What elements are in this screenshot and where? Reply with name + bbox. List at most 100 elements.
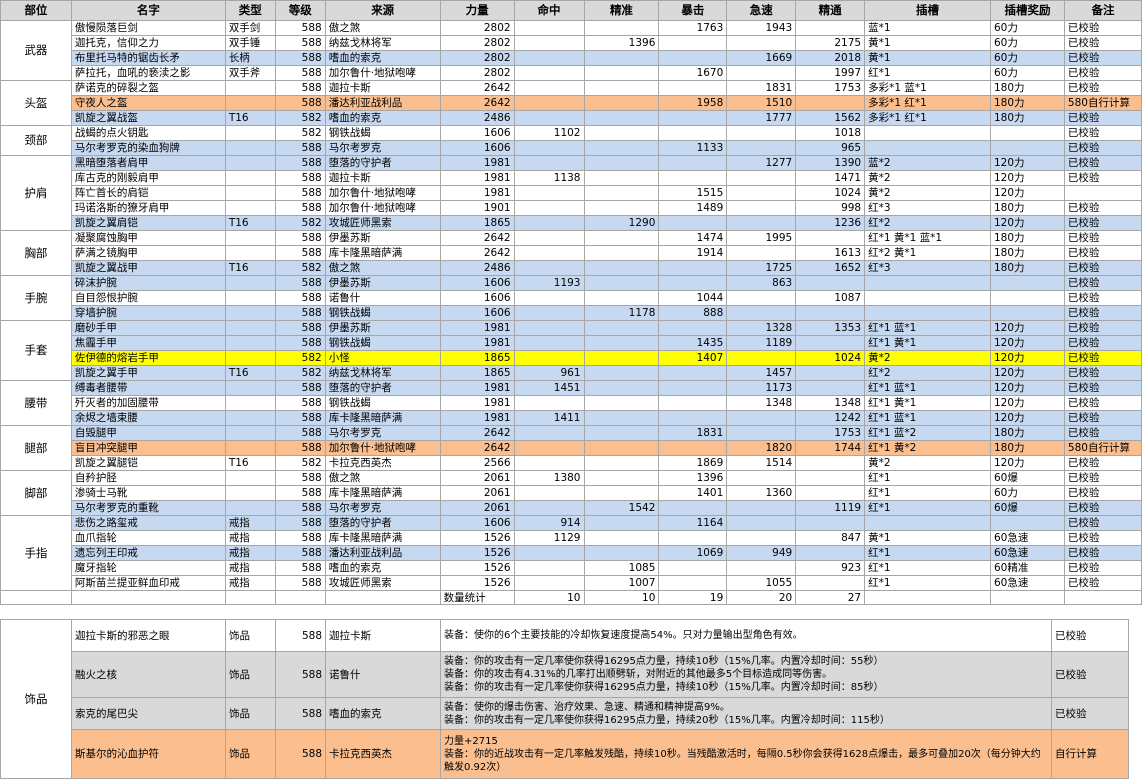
cell-socket-bonus: 180力	[989, 230, 1065, 246]
cell-source: 堕落的守护者	[324, 155, 441, 171]
table-row[interactable]: 手腕 碎沫护腕 588 伊墨苏斯 1606 1193 863 已校验	[0, 275, 1142, 321]
cell-expertise	[583, 455, 660, 471]
cell-socket-bonus: 120力	[989, 335, 1065, 351]
table-row[interactable]: 萨满之镜胸甲 588 库卡隆黑暗萨满 2642 1914 1613 红*2 黄*1 180力已…	[1, 245, 1142, 261]
table-row[interactable]: 腿部 自毁腿甲 588 马尔考罗克 2642 1831 1753 红*1 蓝*2 180力 已校验	[0, 425, 1142, 471]
table-row[interactable]: 武器 傲慢陨落巨剑 双手剑 588 傲之煞 2802 1763 1943 蓝*1 60力 已校验	[0, 20, 1142, 81]
trinket-row[interactable]: 融火之核 饰品 588 诺鲁什 装备：你的攻击有一定几率使你获得16295点力量，持续1…	[1, 651, 1129, 698]
cell-haste	[726, 125, 797, 141]
cell-socket-bonus: 180力	[989, 440, 1065, 456]
cell-haste: 1457	[726, 365, 797, 381]
cell-strength: 1606	[439, 275, 515, 291]
cell-level: 588	[274, 170, 326, 186]
table-row[interactable]: 阿斯苗兰提亚鲜血印戒 戒指 588 攻城匠师黑索 1526 1007 1055 红*1 60急速…	[1, 575, 1142, 591]
slot-label: 手套	[0, 320, 72, 381]
header-haste: 急速	[726, 0, 797, 21]
table-row[interactable]: 阵亡首长的肩铠 588 加尔鲁什·地狱咆哮 1981 1515 1024 黄*2 120力	[1, 185, 1142, 201]
table-row[interactable]: 遗忘列王印戒 戒指 588 潘达利亚战利品 1526 1069 949 红*1 60急速 已校验	[1, 545, 1142, 561]
cell-level: 588	[274, 500, 326, 516]
cell-expertise: 1290	[583, 215, 660, 231]
cell-type	[224, 230, 276, 246]
table-row[interactable]: 马尔考罗克的染血狗牌 588 马尔考罗克 1606 1133 965 已校验	[1, 140, 1142, 156]
cell-strength: 2802	[439, 50, 515, 66]
cell-type	[224, 140, 276, 156]
cell-level: 588	[274, 185, 326, 201]
cell-level: 582	[274, 365, 326, 381]
cell-name: 傲慢陨落巨剑	[70, 20, 226, 36]
cell-strength: 1981	[439, 380, 515, 396]
cell-note: 已校验	[1063, 290, 1142, 306]
table-row[interactable]: 腰带 缚毒者腰带 588 堕落的守护者 1981 1451 1173 红*1 蓝*1 120力已…	[0, 380, 1142, 426]
cell-socket-bonus: 60力	[989, 20, 1065, 36]
table-row[interactable]: 手指 悲伤之路玺戒 戒指 588 堕落的守护者 1606 914 1164 已校验	[0, 515, 1142, 591]
cell-level: 588	[274, 290, 326, 306]
cell-name: 迦托克，信仰之力	[70, 35, 226, 51]
cell-source: 迦拉卡斯	[324, 80, 441, 96]
cell-strength: 2566	[439, 455, 515, 471]
table-row[interactable]: 穿墙护腕 588 钢铁战蝎 1606 1178 888 已校验	[1, 305, 1142, 321]
table-row[interactable]: 护肩 黑暗堕落者肩甲 588 堕落的守护者 1981 1277 1390 蓝*2 120力 已校验	[0, 155, 1142, 231]
header-name: 名字	[70, 0, 226, 21]
table-row[interactable]: 颈部 战蝎的点火钥匙 582 钢铁战蝎 1606 1102 1018 已校验	[0, 125, 1142, 156]
cell-note: 已校验	[1063, 485, 1142, 501]
cell-haste: 1360	[726, 485, 797, 501]
table-row[interactable]: 渗骑士马靴 588 库卡隆黑暗萨满 2061 1401 1360 红*1 60力 已校验	[1, 485, 1142, 501]
table-row[interactable]: 余烬之墙束腰 588 库卡隆黑暗萨满 1981 1411 1242 红*1 蓝*1 120力已…	[1, 410, 1142, 426]
cell-note: 580自行计算	[1063, 440, 1142, 456]
table-row[interactable]: 魔牙指轮 戒指 588 嗜血的索克 1526 1085 923 红*1 60精准 已校验	[1, 560, 1142, 576]
table-row[interactable]: 凯旋之翼战盔 T16 582 嗜血的索克 2486 1777 1562 多彩*1 红*1 180…	[1, 110, 1142, 126]
cell-name: 凯旋之翼手甲	[70, 365, 226, 381]
table-row[interactable]: 凯旋之翼肩铠 T16 582 攻城匠师黑索 1865 1290 1236 红*2 120力 已校验	[1, 215, 1142, 231]
cell-haste: 1669	[726, 50, 797, 66]
cell-level: 588	[274, 575, 326, 591]
cell-description: 装备：使你的6个主要技能的冷却恢复速度提高54%。只对力量输出型角色有效。	[440, 619, 1052, 652]
table-row[interactable]: 迦托克，信仰之力 双手锤 588 纳兹戈林将军 2802 1396 2175 黄*1 60力 已校…	[1, 35, 1142, 51]
cell-hit: 961	[513, 365, 585, 381]
table-row[interactable]: 佐伊德的熔岩手甲 582 小怪 1865 1407 1024 黄*2 120力 已校验	[1, 350, 1142, 366]
table-row[interactable]: 玛诺洛斯的獠牙肩甲 588 加尔鲁什·地狱咆哮 1901 1489 998 红*3 180力已…	[1, 200, 1142, 216]
cell-name: 阵亡首长的肩铠	[70, 185, 226, 201]
cell-note: 已校验	[1063, 80, 1142, 96]
cell-strength: 2486	[439, 110, 515, 126]
table-row[interactable]: 自目怨恨护腕 588 诺鲁什 1606 1044 1087 已校验	[1, 290, 1142, 306]
table-row[interactable]: 歼灭者的加固腰带 588 钢铁战蝎 1981 1348 1348 红*1 黄*1 120力 已校…	[1, 395, 1142, 411]
cell-crit	[658, 155, 728, 171]
cell-name: 血爪指轮	[70, 530, 226, 546]
cell-strength: 2061	[439, 470, 515, 486]
cell-strength: 1606	[439, 305, 515, 321]
table-row[interactable]: 库古克的刚毅肩甲 588 迦拉卡斯 1981 1138 1471 黄*2 120力 已校验	[1, 170, 1142, 186]
cell-level: 588	[274, 35, 326, 51]
table-row[interactable]: 脚部 自矜护胫 588 傲之煞 2061 1380 1396 红*1 60爆 已校验	[0, 470, 1142, 516]
table-row[interactable]: 布里托马特的锯齿长矛 长柄 588 嗜血的索克 2802 1669 2018 黄*1 60力 已校…	[1, 50, 1142, 66]
table-row[interactable]: 萨拉托，血吼的亵渎之影 双手斧 588 加尔鲁什·地狱咆哮 2802 1670 1997 红*…	[1, 65, 1142, 81]
cell-type: T16	[224, 215, 276, 231]
trinket-row[interactable]: 斯基尔的沁血护符 饰品 588 卡拉克西英杰 力量+2715 装备：你的近战攻击有一定几率…	[1, 729, 1129, 779]
table-row[interactable]: 盲目冲突腿甲 588 加尔鲁什·地狱咆哮 2642 1820 1744 红*1 黄*2 180…	[1, 440, 1142, 456]
table-row[interactable]: 头盔 萨诺克的碎裂之盔 588 迦拉卡斯 2642 1831 1753 多彩*1 蓝*1 180…	[0, 80, 1142, 126]
cell-mastery: 998	[795, 200, 866, 216]
table-row[interactable]: 血爪指轮 戒指 588 库卡隆黑暗萨满 1526 1129 847 黄*1 60急速 已校验	[1, 530, 1142, 546]
cell-haste	[726, 470, 797, 486]
table-row[interactable]: 守夜人之盔 588 潘达利亚战利品 2642 1958 1510 多彩*1 红*1 180力 5…	[1, 95, 1142, 111]
cell-expertise	[583, 320, 660, 336]
trinket-row[interactable]: 索克的尾巴尖 饰品 588 嗜血的索克 装备：使你的爆击伤害、治疗效果、急速、精通和精神…	[1, 697, 1129, 730]
table-row[interactable]: 马尔考罗克的重靴 588 马尔考罗克 2061 1542 1119 红*1 60爆 已校验	[1, 500, 1142, 516]
cell-type	[224, 425, 276, 441]
cell-haste	[726, 170, 797, 186]
table-row[interactable]: 凯旋之翼战甲 T16 582 傲之煞 2486 1725 1652 红*3 180力 已校验	[1, 260, 1142, 276]
cell-type: 饰品	[225, 729, 276, 779]
cell-source: 纳兹戈林将军	[324, 35, 441, 51]
cell-expertise	[583, 260, 660, 276]
cell-type	[224, 410, 276, 426]
table-row[interactable]: 手套 磨砂手甲 588 伊墨苏斯 1981 1328 1353 红*1 蓝*1 120力 已校验	[0, 320, 1142, 381]
trinket-row[interactable]: 饰品 迦拉卡斯的邪恶之眼 饰品 588 迦拉卡斯 装备：使你的6个主要技能的冷却恢复速度提…	[0, 619, 1129, 779]
table-row[interactable]: 凯旋之翼手甲 T16 582 纳兹戈林将军 1865 961 1457 红*2 120力 已校验	[1, 365, 1142, 381]
table-row[interactable]: 焦霾手甲 588 钢铁战蝎 1981 1435 1189 红*1 黄*1 120力 已校验	[1, 335, 1142, 351]
table-row[interactable]: 凯旋之翼腿铠 T16 582 卡拉克西英杰 2566 1869 1514 黄*2 120力 已校验	[1, 455, 1142, 471]
cell-expertise: 1007	[583, 575, 660, 591]
table-row[interactable]: 胸部 凝聚腐蚀胸甲 588 伊墨苏斯 2642 1474 1995 红*1 黄*1 蓝*1 18…	[0, 230, 1142, 276]
cell-haste: 1277	[726, 155, 797, 171]
cell-type	[224, 185, 276, 201]
cell-crit	[658, 575, 728, 591]
cell-hit	[513, 290, 585, 306]
